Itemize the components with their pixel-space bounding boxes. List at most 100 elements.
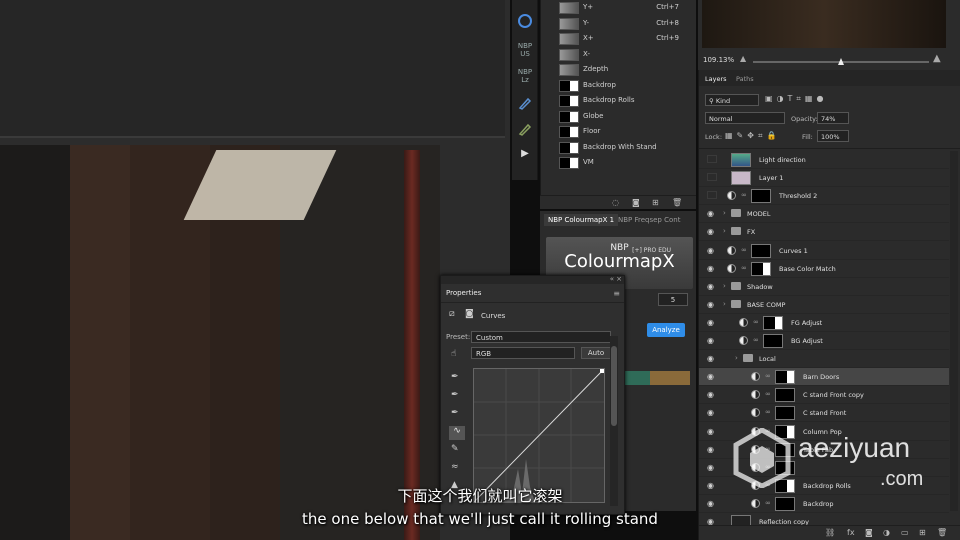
eyedropper-black-icon[interactable]: ✒ bbox=[451, 372, 459, 382]
layer-row[interactable]: ◉ ∞ FG Adjust bbox=[699, 314, 949, 332]
zoom-slider[interactable] bbox=[753, 58, 929, 65]
collapse-icon[interactable]: « bbox=[610, 275, 614, 283]
layer-row[interactable]: ◉ › Local bbox=[699, 350, 949, 369]
group-chevron-icon[interactable]: › bbox=[723, 227, 726, 235]
adjustment-layer-icon[interactable]: ◑ bbox=[883, 528, 890, 537]
visibility-eye-icon[interactable]: ◉ bbox=[707, 408, 717, 417]
layer-row[interactable]: ◉ ∞ BG Adjust bbox=[699, 332, 949, 350]
blend-mode-select[interactable]: Normal bbox=[705, 112, 785, 124]
scroll-thumb[interactable] bbox=[611, 346, 617, 426]
channel-select[interactable]: RGB bbox=[471, 347, 575, 359]
play-icon[interactable]: ▶ bbox=[515, 149, 535, 168]
menu-icon[interactable]: ≡ bbox=[613, 289, 620, 298]
layer-mask-thumbnail[interactable] bbox=[751, 243, 771, 258]
layer-row[interactable]: ◉ ∞ Barn Doors bbox=[699, 368, 949, 387]
mask-link-icon[interactable]: ∞ bbox=[741, 264, 747, 272]
mask-link-icon[interactable]: ∞ bbox=[765, 372, 771, 380]
tab-nbp-freqsep[interactable]: NBP Freqsep Cont bbox=[614, 214, 684, 226]
preset-select[interactable]: Custom bbox=[471, 331, 611, 343]
lock-icons[interactable]: ▦✎✥⌗🔒 bbox=[725, 131, 780, 141]
new-channel-icon[interactable]: ⊞ bbox=[652, 198, 659, 207]
layer-row[interactable]: ◉ ∞ C stand Front copy bbox=[699, 386, 949, 405]
analyze-button[interactable]: Analyze bbox=[647, 323, 685, 337]
layer-mask-thumbnail[interactable] bbox=[775, 406, 795, 421]
group-chevron-icon[interactable]: › bbox=[735, 354, 738, 362]
mask-link-icon[interactable]: ∞ bbox=[765, 390, 771, 398]
visibility-eye-icon[interactable] bbox=[707, 191, 717, 200]
layer-row[interactable]: Light direction bbox=[699, 151, 949, 169]
group-chevron-icon[interactable]: › bbox=[723, 209, 726, 217]
mask-icon[interactable]: ◙ bbox=[465, 309, 474, 319]
zoom-in-icon[interactable]: ▲ bbox=[933, 53, 941, 64]
layer-row[interactable]: ◉ › BASE COMP bbox=[699, 296, 949, 314]
layer-row[interactable]: ◉ ∞ Base Color Match bbox=[699, 260, 949, 278]
navigator-preview[interactable] bbox=[702, 0, 946, 48]
layer-row[interactable]: Layer 1 bbox=[699, 169, 949, 188]
tab-nbp-colourmap[interactable]: NBP ColourmapX 1 bbox=[544, 214, 619, 226]
visibility-eye-icon[interactable]: ◉ bbox=[707, 246, 717, 255]
channel-row[interactable]: Floor bbox=[541, 124, 697, 139]
tab-layers[interactable]: Layers bbox=[705, 75, 727, 83]
mask-link-icon[interactable]: ∞ bbox=[753, 318, 759, 326]
channel-row[interactable]: VM bbox=[541, 155, 697, 170]
layer-thumbnail[interactable] bbox=[731, 171, 751, 186]
visibility-eye-icon[interactable]: ◉ bbox=[707, 354, 717, 363]
brush-alt-icon[interactable] bbox=[515, 122, 535, 140]
layer-row[interactable]: ◉ › MODEL bbox=[699, 205, 949, 224]
new-layer-icon[interactable]: ⊞ bbox=[919, 528, 926, 537]
document-canvas[interactable] bbox=[0, 0, 510, 540]
channel-row[interactable]: Globe bbox=[541, 109, 697, 124]
curve-point-icon[interactable]: ∿ bbox=[449, 426, 465, 440]
filter-type-icons[interactable]: ▣◑T⌗▦● bbox=[765, 94, 827, 104]
eyedropper-white-icon[interactable]: ✒ bbox=[451, 408, 459, 418]
opacity-field[interactable]: 74% bbox=[817, 112, 849, 124]
layer-row[interactable]: ◉ › Shadow bbox=[699, 278, 949, 296]
visibility-eye-icon[interactable]: ◉ bbox=[707, 264, 717, 273]
layer-mask-thumbnail[interactable] bbox=[775, 370, 795, 385]
visibility-eye-icon[interactable] bbox=[707, 173, 717, 182]
visibility-eye-icon[interactable]: ◉ bbox=[707, 282, 717, 291]
fill-field[interactable]: 100% bbox=[817, 130, 849, 142]
new-group-icon[interactable]: ▭ bbox=[901, 528, 909, 537]
properties-panel[interactable]: « × Properties ≡ ⧄ ◙ Curves Preset: Cust… bbox=[440, 275, 625, 515]
zoom-slider-thumb[interactable] bbox=[838, 58, 844, 65]
visibility-eye-icon[interactable]: ◉ bbox=[707, 227, 717, 236]
channel-row[interactable]: Backdrop bbox=[541, 78, 697, 93]
mask-icon[interactable]: ◙ bbox=[632, 198, 640, 207]
layer-mask-thumbnail[interactable] bbox=[763, 315, 783, 330]
group-chevron-icon[interactable]: › bbox=[723, 300, 726, 308]
auto-button[interactable]: Auto bbox=[581, 347, 611, 359]
channel-row[interactable]: Zdepth bbox=[541, 62, 697, 77]
group-chevron-icon[interactable]: › bbox=[723, 282, 726, 290]
channel-row[interactable]: X+ Ctrl+9 bbox=[541, 31, 697, 46]
eyedropper-gray-icon[interactable]: ✒ bbox=[451, 390, 459, 400]
properties-titlebar[interactable]: « × bbox=[441, 275, 624, 284]
visibility-eye-icon[interactable]: ◉ bbox=[707, 300, 717, 309]
channel-row[interactable]: X- bbox=[541, 47, 697, 62]
layer-mask-thumbnail[interactable] bbox=[763, 334, 783, 348]
link-layers-icon[interactable]: ⛓ bbox=[825, 528, 835, 537]
mask-link-icon[interactable]: ∞ bbox=[765, 408, 771, 416]
nbp-us-tool[interactable]: NBP US bbox=[515, 42, 535, 60]
dotted-circle-icon[interactable]: ◌ bbox=[612, 198, 619, 207]
channel-row[interactable]: Backdrop With Stand bbox=[541, 140, 697, 155]
visibility-eye-icon[interactable]: ◉ bbox=[707, 463, 717, 472]
visibility-eye-icon[interactable]: ◉ bbox=[707, 318, 717, 327]
visibility-eye-icon[interactable]: ◉ bbox=[707, 445, 717, 454]
smooth-icon[interactable]: ≈ bbox=[451, 462, 459, 472]
tab-paths[interactable]: Paths bbox=[736, 75, 754, 83]
layer-thumbnail[interactable] bbox=[731, 153, 751, 167]
close-icon[interactable]: × bbox=[616, 275, 622, 283]
add-mask-icon[interactable]: ◙ bbox=[865, 528, 873, 537]
mask-link-icon[interactable]: ∞ bbox=[741, 246, 747, 254]
nbp-lz-tool[interactable]: NBP Lz bbox=[515, 68, 535, 86]
visibility-eye-icon[interactable]: ◉ bbox=[707, 336, 717, 345]
mask-link-icon[interactable]: ∞ bbox=[741, 191, 747, 199]
pencil-icon[interactable]: ✎ bbox=[451, 444, 459, 454]
channel-row[interactable]: Backdrop Rolls bbox=[541, 93, 697, 108]
properties-scrollbar[interactable] bbox=[610, 336, 618, 506]
visibility-eye-icon[interactable]: ◉ bbox=[707, 390, 717, 399]
layer-mask-thumbnail[interactable] bbox=[751, 261, 771, 276]
layer-row[interactable]: ◉ ∞ Curves 1 bbox=[699, 242, 949, 260]
hand-target-icon[interactable]: ☝ bbox=[451, 349, 456, 359]
